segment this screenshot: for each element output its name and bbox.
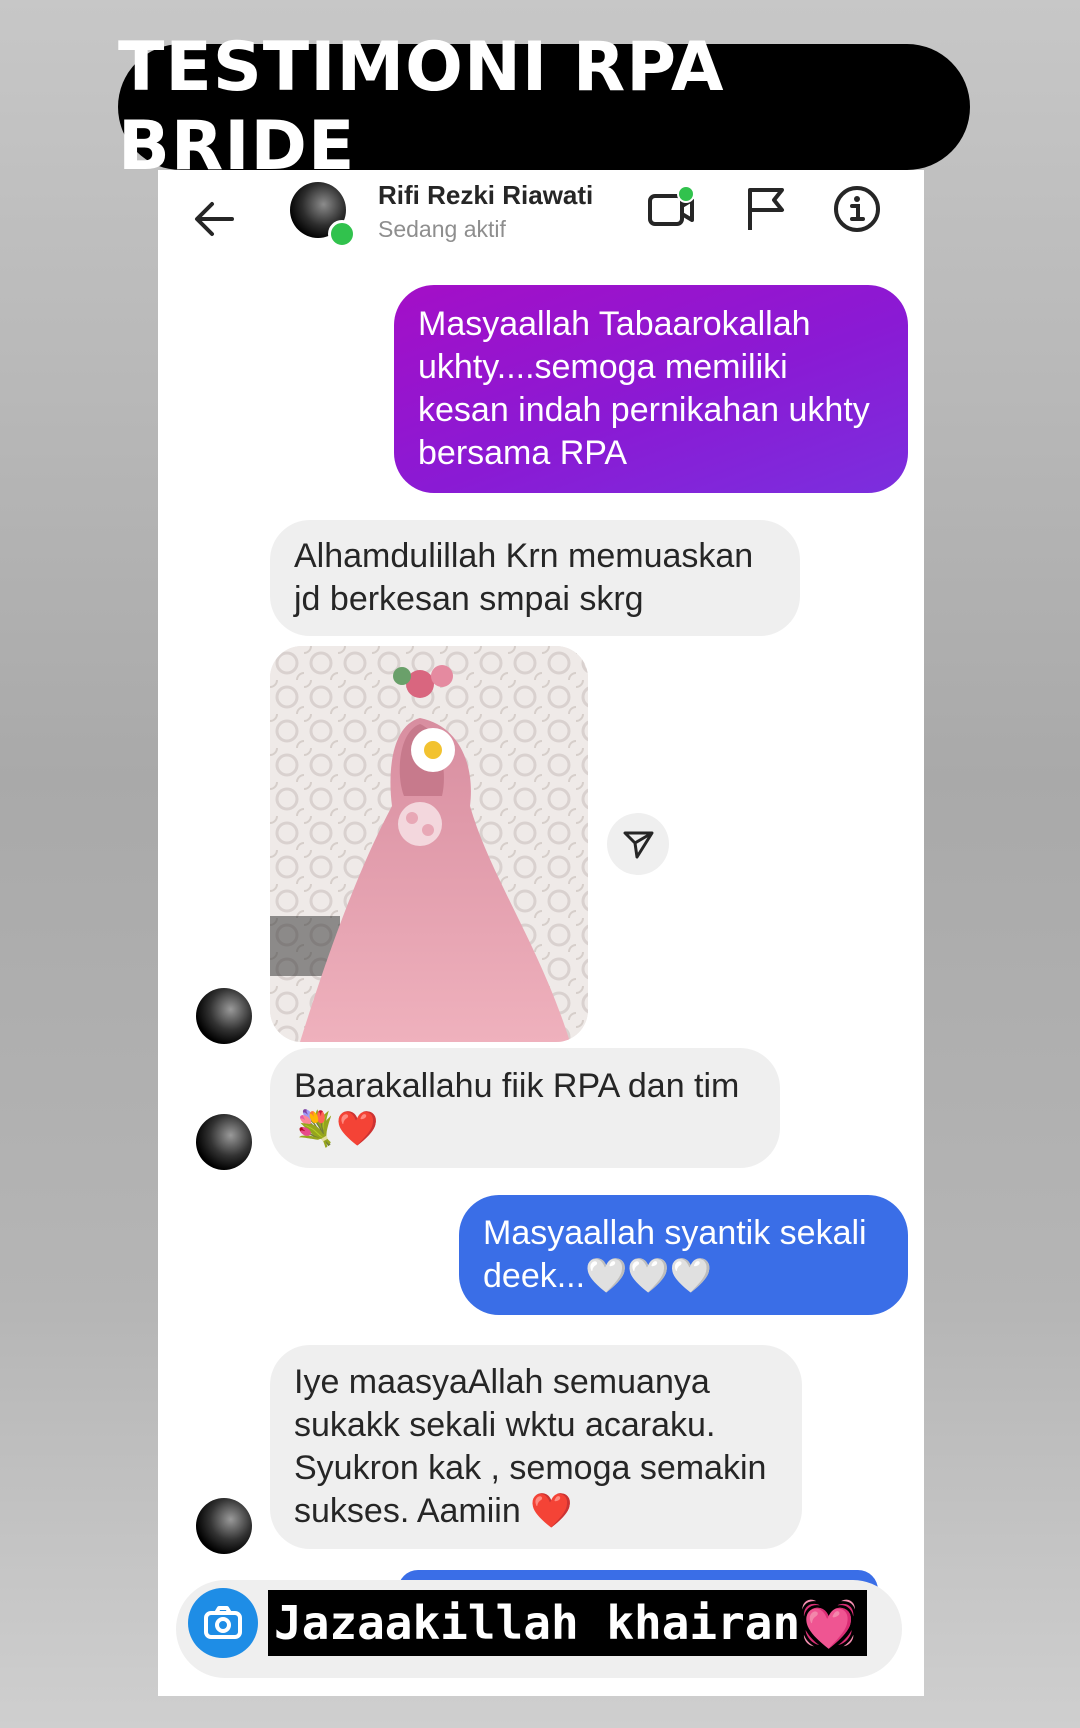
message-incoming[interactable]: Alhamdulillah Krn memuaskan jd berkesan … — [270, 520, 800, 636]
chat-header: Rifi Rezki Riawati Sedang aktif — [158, 170, 924, 280]
info-icon[interactable] — [830, 182, 884, 236]
message-incoming[interactable]: Baarakallahu fiik RPA dan tim 💐❤️ — [270, 1048, 780, 1168]
camera-icon — [204, 1606, 242, 1639]
contact-status: Sedang aktif — [378, 216, 506, 242]
online-indicator — [328, 220, 356, 248]
banner-title: TESTIMONI RPA BRIDE — [118, 28, 970, 186]
video-call-icon[interactable] — [644, 182, 698, 236]
sender-avatar[interactable] — [196, 1498, 252, 1554]
story-caption: Jazaakillah khairan💓 — [268, 1590, 868, 1656]
back-arrow-icon[interactable] — [188, 192, 242, 246]
sender-avatar[interactable] — [196, 1114, 252, 1170]
message-incoming[interactable]: Iye maasyaAllah semuanya sukakk sekali w… — [270, 1345, 802, 1549]
share-button[interactable] — [607, 813, 669, 875]
message-emoji: ❤️ — [530, 1492, 573, 1530]
camera-button[interactable] — [188, 1588, 258, 1658]
message-text: Baarakallahu fiik RPA dan tim — [294, 1067, 740, 1105]
sender-avatar[interactable] — [196, 988, 252, 1044]
message-text: Masyaallah Tabaarokallah ukhty....semoga… — [418, 305, 870, 472]
message-photo[interactable] — [270, 646, 588, 1042]
caption-text: Jazaakillah khairan — [274, 1596, 801, 1650]
share-paper-plane-icon — [623, 831, 654, 859]
message-emoji: 🤍🤍🤍 — [585, 1257, 713, 1295]
chat-screen: Rifi Rezki Riawati Sedang aktif Masyaall… — [158, 170, 924, 1696]
message-emoji: 💐❤️ — [294, 1110, 379, 1148]
message-outgoing[interactable]: Masyaallah syantik sekali deek...🤍🤍🤍 — [459, 1195, 908, 1315]
message-text: Alhamdulillah Krn memuaskan jd berkesan … — [294, 537, 754, 618]
flag-icon[interactable] — [738, 182, 792, 236]
bride-photo-image — [270, 646, 588, 1042]
message-outgoing[interactable]: Masyaallah Tabaarokallah ukhty....semoga… — [394, 285, 908, 493]
caption-emoji: 💓 — [800, 1596, 858, 1650]
